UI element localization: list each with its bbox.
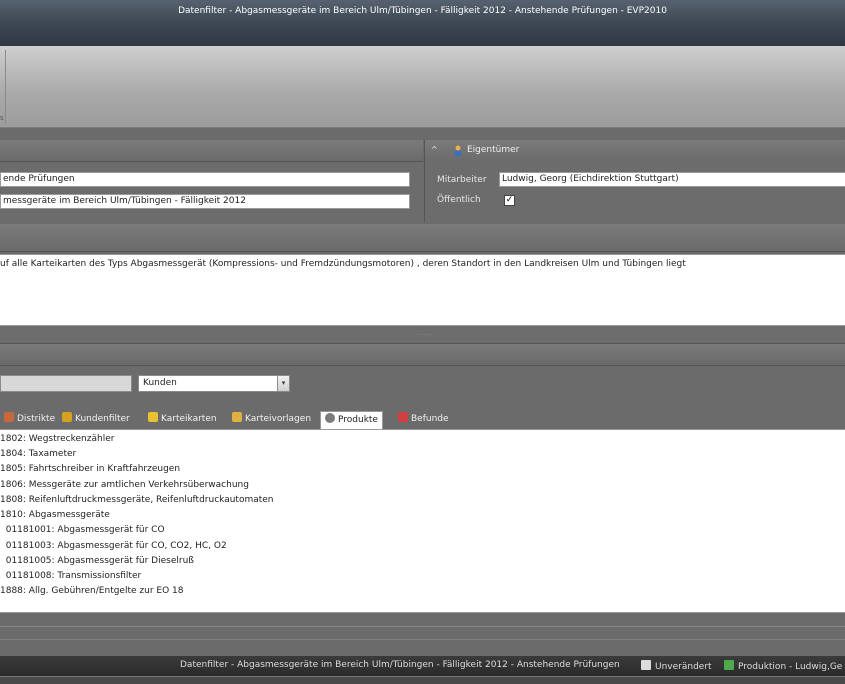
list-item[interactable]: 01181001: Abgasmessgerät für CO — [0, 523, 165, 538]
filter-tabs: Distrikte Kundenfilter Karteikarten Kart… — [0, 409, 845, 429]
description-section-header — [0, 224, 845, 252]
ribbon-group-label: s — [0, 114, 4, 122]
tab-label: Kundenfilter — [75, 414, 130, 424]
owner-icon — [453, 145, 463, 156]
mitarbeiter-field[interactable]: Ludwig, Georg (Eichdirektion Stuttgart) — [499, 172, 845, 187]
status-state-label: Unverändert — [655, 662, 712, 672]
owner-section-header[interactable]: ^ Eigentümer — [424, 140, 845, 162]
kundenfilter-icon — [62, 412, 72, 422]
splitter-grip[interactable]: ..... — [418, 329, 434, 337]
distrikte-icon — [4, 412, 14, 422]
list-item[interactable]: 01181003: Abgasmessgerät für CO, CO2, HC… — [0, 539, 227, 554]
general-section-header — [0, 140, 423, 162]
title-field[interactable]: messgeräte im Bereich Ulm/Tübingen - Fäl… — [0, 194, 410, 209]
karteivorlagen-icon — [232, 412, 242, 422]
database-icon — [724, 660, 734, 670]
tab-label: Karteikarten — [161, 414, 217, 424]
list-item[interactable]: 1804: Taxameter — [0, 447, 76, 462]
bottom-panel — [0, 626, 845, 656]
window-titlebar: Datenfilter - Abgasmessgeräte im Bereich… — [0, 0, 845, 46]
tab-kundenfilter[interactable]: Kundenfilter — [58, 411, 134, 429]
befunde-icon — [398, 412, 408, 422]
ribbon-separator — [5, 50, 6, 124]
window-bottom-edge — [0, 676, 845, 684]
list-item[interactable]: 1810: Abgasmessgeräte — [0, 508, 110, 523]
filter-target-value: Kunden — [143, 378, 177, 388]
main-area: ende Prüfungen messgeräte im Bereich Ulm… — [0, 128, 845, 626]
section-splitter[interactable]: ..... — [0, 326, 845, 344]
oeffentlich-checkbox[interactable]: ✓ — [504, 195, 515, 206]
karteikarten-icon — [148, 412, 158, 422]
list-item[interactable]: 1888: Allg. Gebühren/Entgelte zur EO 18 — [0, 584, 183, 599]
tab-karteivorlagen[interactable]: Karteivorlagen — [228, 411, 315, 429]
list-item[interactable]: 1806: Messgeräte zur amtlichen Verkehrsü… — [0, 478, 249, 493]
tab-distrikte[interactable]: Distrikte — [0, 411, 59, 429]
dropdown-arrow-icon[interactable]: ▾ — [277, 376, 289, 391]
tab-produkte[interactable]: Produkte — [320, 411, 383, 429]
owner-section-body: Mitarbeiter Ludwig, Georg (Eichdirektion… — [424, 162, 845, 222]
status-title: Datenfilter - Abgasmessgeräte im Bereich… — [180, 660, 620, 670]
general-section-body: ende Prüfungen messgeräte im Bereich Ulm… — [0, 162, 423, 222]
status-environment: Produktion - Ludwig,Ge — [724, 660, 842, 672]
mitarbeiter-label: Mitarbeiter — [437, 175, 487, 185]
document-icon — [641, 660, 651, 670]
list-item[interactable]: 1805: Fahrtschreiber in Kraftfahrzeugen — [0, 462, 180, 477]
name-field[interactable]: ende Prüfungen — [0, 172, 410, 187]
product-list[interactable]: 1802: Wegstreckenzähler 1804: Taxameter … — [0, 429, 845, 613]
window-title: Datenfilter - Abgasmessgeräte im Bereich… — [178, 6, 667, 16]
list-item[interactable]: 1802: Wegstreckenzähler — [0, 432, 114, 447]
filter-target-select[interactable]: Kunden ▾ — [138, 375, 290, 392]
status-bar: Datenfilter - Abgasmessgeräte im Bereich… — [0, 656, 845, 676]
tab-label: Distrikte — [17, 414, 56, 424]
list-item[interactable]: 01181008: Transmissionsfilter — [0, 569, 141, 584]
filter-section-header — [0, 344, 845, 366]
oeffentlich-label: Öffentlich — [437, 195, 481, 205]
owner-section-title: Eigentümer — [467, 145, 520, 155]
description-textarea[interactable]: uf alle Karteikarten des Typs Abgasmessg… — [0, 254, 845, 326]
ribbon: s — [0, 46, 845, 128]
status-environment-label: Produktion - Ludwig,Ge — [738, 662, 843, 672]
tab-label: Karteivorlagen — [245, 414, 312, 424]
tab-label: Produkte — [338, 415, 378, 425]
tab-label: Befunde — [411, 414, 449, 424]
divider — [0, 639, 845, 640]
tab-befunde[interactable]: Befunde — [394, 411, 453, 429]
produkte-icon — [325, 413, 335, 423]
list-item[interactable]: 1808: Reifenluftdruckmessgeräte, Reifenl… — [0, 493, 274, 508]
status-state: Unverändert — [641, 660, 712, 672]
tab-karteikarten[interactable]: Karteikarten — [144, 411, 221, 429]
collapse-chevron-icon[interactable]: ^ — [431, 145, 438, 154]
list-item[interactable]: 01181005: Abgasmessgerät für Dieselruß — [0, 554, 194, 569]
filter-type-field[interactable] — [0, 375, 132, 392]
